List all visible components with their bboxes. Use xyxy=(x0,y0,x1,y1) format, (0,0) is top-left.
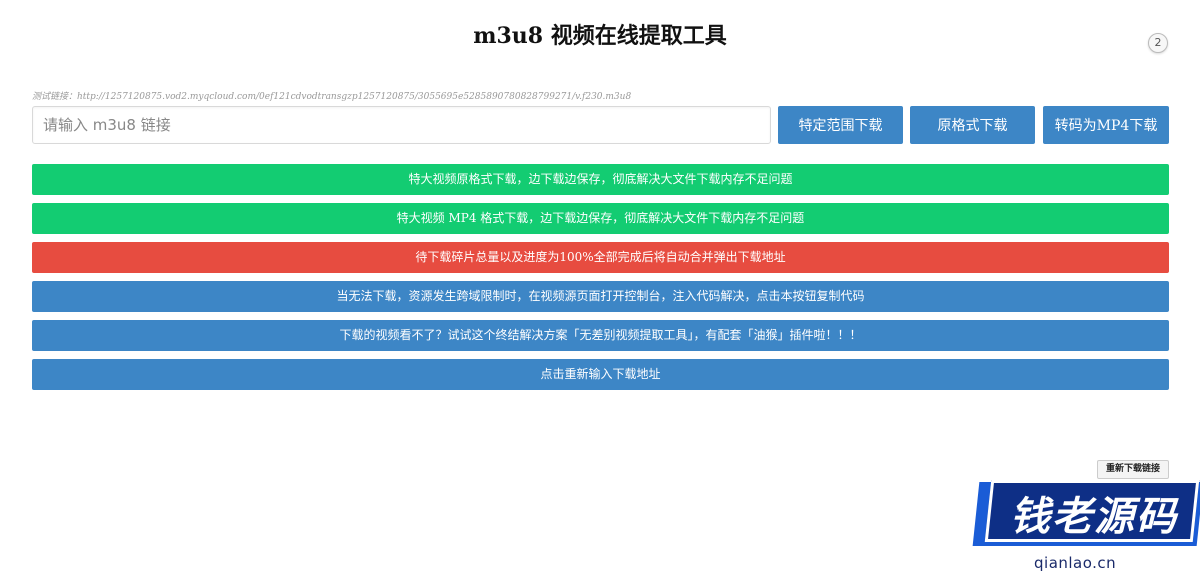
watermark-text: 钱老源码 xyxy=(1010,494,1178,540)
m3u8-url-input[interactable] xyxy=(32,106,771,144)
stream-original-download-button[interactable]: 特大视频原格式下载，边下载边保存，彻底解决大文件下载内存不足问题 xyxy=(32,164,1169,195)
watermark-logo: 钱老源码 qianlao.cn xyxy=(972,480,1200,574)
range-download-button[interactable]: 特定范围下载 xyxy=(778,106,903,144)
reenter-url-button[interactable]: 点击重新输入下载地址 xyxy=(32,359,1169,390)
page-title: m3u8 视频在线提取工具 xyxy=(473,23,727,49)
copy-inject-code-button[interactable]: 当无法下载，资源发生跨域限制时，在视频源页面打开控制台，注入代码解决，点击本按钮… xyxy=(32,281,1169,312)
test-link-text: 测试链接：http://1257120875.vod2.myqcloud.com… xyxy=(32,92,632,102)
mp4-download-button[interactable]: 转码为MP4下载 xyxy=(1043,106,1169,144)
watermark-domain: qianlao.cn xyxy=(1034,554,1117,572)
redownload-link-button[interactable]: 重新下载链接 xyxy=(1097,460,1169,479)
download-progress-bar: 待下载碎片总量以及进度为100%全部完成后将自动合并弹出下载地址 xyxy=(32,242,1169,273)
stream-mp4-download-button[interactable]: 特大视频 MP4 格式下载，边下载边保存，彻底解决大文件下载内存不足问题 xyxy=(32,203,1169,234)
video-extract-tool-link[interactable]: 下载的视频看不了？试试这个终结解决方案「无差别视频提取工具」，有配套「油猴」插件… xyxy=(32,320,1169,351)
help-badge[interactable]: 2 xyxy=(1148,33,1168,53)
original-download-button[interactable]: 原格式下载 xyxy=(910,106,1035,144)
